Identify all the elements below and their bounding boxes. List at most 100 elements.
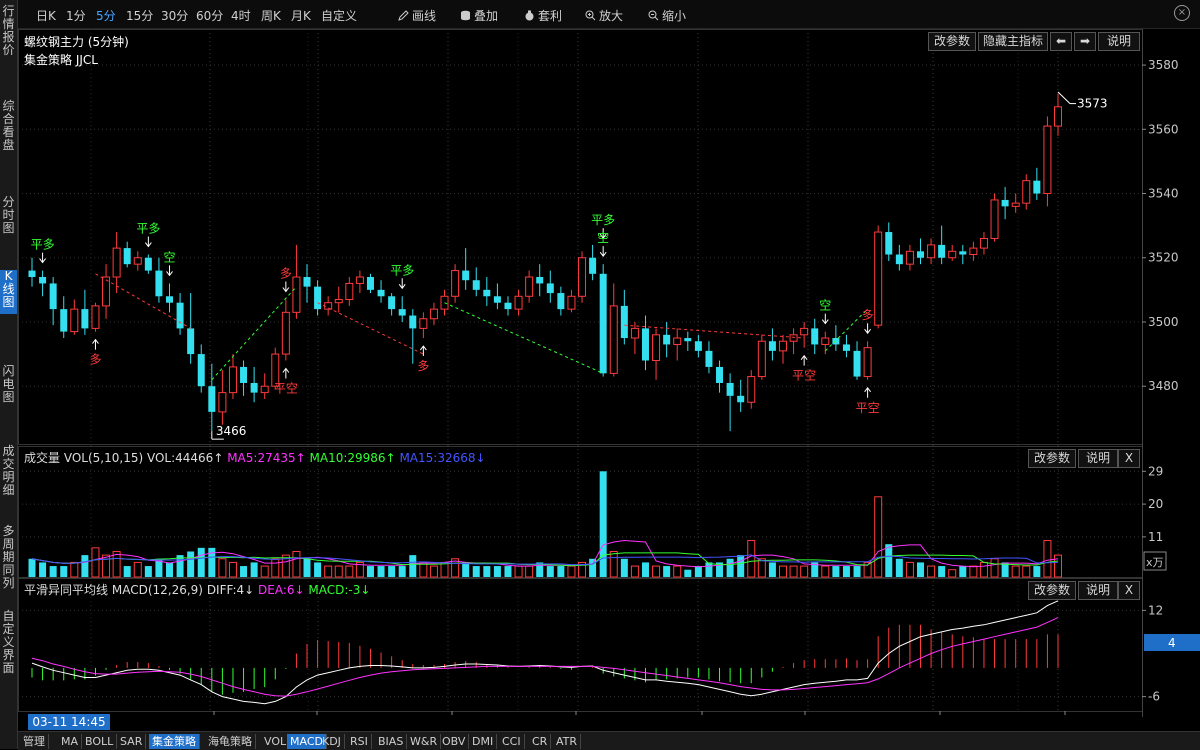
vol-bar-29 (334, 565, 343, 578)
tab-9[interactable]: RSI (347, 734, 372, 749)
candle-body-97 (1054, 106, 1062, 127)
vol-bar-38 (429, 565, 438, 578)
vol-bar-71 (778, 565, 787, 578)
tab-0[interactable]: 管理 (20, 734, 49, 749)
tab-5[interactable]: 海龟策略 (205, 734, 256, 749)
vol-bar-50 (557, 566, 565, 577)
draw-line-button[interactable]: 画线 (398, 7, 436, 24)
candle-body-45 (504, 302, 512, 310)
tab-4[interactable]: 集金策略 (149, 734, 200, 749)
macd-explain-button[interactable]: 说明 (1078, 581, 1118, 600)
vol-bar-18 (218, 558, 227, 578)
period-3[interactable]: 15分 (126, 7, 153, 24)
vol-bar-13 (166, 562, 174, 577)
candle-body-59 (652, 334, 661, 362)
chart-area[interactable]: 3580 3560 3540 3520 3500 3480 3573 3466 平多多平多空多平… (18, 29, 1200, 729)
arrow-right-icon[interactable]: ➡ (1074, 32, 1096, 51)
tab-3[interactable]: SAR (117, 734, 147, 749)
vol-bar-84 (916, 562, 924, 577)
tab-11[interactable]: W&R (407, 734, 442, 749)
volume-close-button[interactable]: X (1118, 449, 1140, 468)
overlay-button[interactable]: 叠加 (460, 7, 498, 24)
arbitrage-button[interactable]: 套利 (524, 7, 562, 24)
kline-chart[interactable]: 35803560354035203500348035733466平多多平多空多平… (18, 29, 1200, 729)
zoom-out-icon (648, 10, 659, 21)
candle-body-65 (716, 366, 724, 383)
vol-bar-15 (187, 551, 195, 577)
candle-body-63 (694, 341, 702, 351)
sidebar-item-1[interactable]: 综合看盘 (0, 100, 17, 158)
candle-body-76 (832, 338, 840, 345)
arrow-left-icon[interactable]: ⬅ (1050, 32, 1072, 51)
candle-body-14 (176, 302, 184, 329)
period-9[interactable]: 自定义 (321, 7, 357, 24)
vol-unit: x万 (1146, 556, 1164, 569)
vol-bar-39 (440, 561, 449, 578)
vol-bar-90 (979, 561, 988, 578)
volume-explain-button[interactable]: 说明 (1078, 449, 1118, 468)
candle-body-17 (208, 386, 216, 412)
period-1[interactable]: 1分 (66, 7, 86, 24)
candle-body-16 (197, 354, 205, 387)
macd-params-button[interactable]: 改参数 (1028, 581, 1076, 600)
panel-border-0 (18, 29, 1143, 445)
volume-params-button[interactable]: 改参数 (1028, 449, 1076, 468)
vol-bar-21 (250, 562, 258, 577)
sidebar-item-7[interactable]: 自定义界面 (0, 610, 17, 680)
tab-2[interactable]: BOLL (82, 734, 118, 749)
tab-16[interactable]: ATR (553, 734, 582, 749)
tab-14[interactable]: CCI (499, 734, 525, 749)
period-5[interactable]: 60分 (196, 7, 223, 24)
period-8[interactable]: 月K (291, 7, 311, 24)
macd-close-button[interactable]: X (1118, 581, 1140, 600)
vol-bar-44 (493, 566, 501, 577)
tab-8[interactable]: KDJ (319, 734, 345, 749)
sidebar-item-3[interactable]: K线图 (0, 270, 17, 314)
sidebar-item-5[interactable]: 成交明细 (0, 445, 17, 503)
sidebar-item-4[interactable]: 闪电图 (0, 365, 17, 409)
period-0[interactable]: 日K (36, 7, 56, 24)
time-label-6: 14:00 (927, 715, 962, 717)
vol-bar-56 (620, 558, 628, 577)
price-tick-5: 3480 (1148, 379, 1179, 393)
candle-body-86 (938, 244, 946, 258)
tab-13[interactable]: DMI (469, 734, 498, 749)
vol-ma5-line (31, 539, 1059, 568)
hide-main-indicator-button[interactable]: 隐藏主指标 (978, 32, 1048, 51)
zoom-out-button[interactable]: 缩小 (648, 7, 686, 24)
signal-label-8: 平多 (591, 213, 615, 227)
tab-10[interactable]: BIAS (375, 734, 408, 749)
vol-bar-93 (1011, 565, 1020, 578)
candle-body-10 (133, 257, 142, 265)
period-4[interactable]: 30分 (161, 7, 188, 24)
sidebar-item-2[interactable]: 分时图 (0, 196, 17, 240)
sidebar-item-0[interactable]: 行情报价 (0, 5, 17, 63)
candle-body-89 (969, 247, 978, 256)
tab-15[interactable]: CR (529, 734, 552, 749)
vol-bar-63 (694, 566, 702, 577)
tab-6[interactable]: VOL (261, 734, 291, 749)
vol-bar-0 (28, 558, 36, 577)
period-7[interactable]: 周K (261, 7, 281, 24)
signal-arrow-1 (92, 338, 99, 350)
tab-12[interactable]: OBV (439, 734, 470, 749)
time-label-7: 15:00 (1052, 715, 1087, 717)
tab-1[interactable]: MA (58, 734, 83, 749)
close-icon[interactable]: × (1174, 5, 1190, 21)
vol-bar-11 (144, 566, 152, 577)
signal-arrow-9 (599, 246, 607, 257)
vol-bar-10 (133, 561, 142, 578)
candle-body-85 (927, 244, 936, 259)
main-params-button[interactable]: 改参数 (928, 32, 976, 51)
main-explain-button[interactable]: 说明 (1098, 32, 1140, 51)
zoom-in-button[interactable]: 放大 (585, 7, 623, 24)
period-2[interactable]: 5分 (96, 7, 116, 24)
candle-body-78 (853, 350, 861, 377)
sidebar-item-6[interactable]: 多周期同列 (0, 525, 17, 595)
candle-body-40 (451, 270, 460, 297)
period-6[interactable]: 4时 (231, 7, 251, 24)
macd-diff-line (31, 600, 1059, 705)
time-label-2: 14:00 (439, 715, 474, 717)
price-tick-0: 3580 (1148, 58, 1179, 72)
signal-arrow-6 (398, 278, 406, 290)
